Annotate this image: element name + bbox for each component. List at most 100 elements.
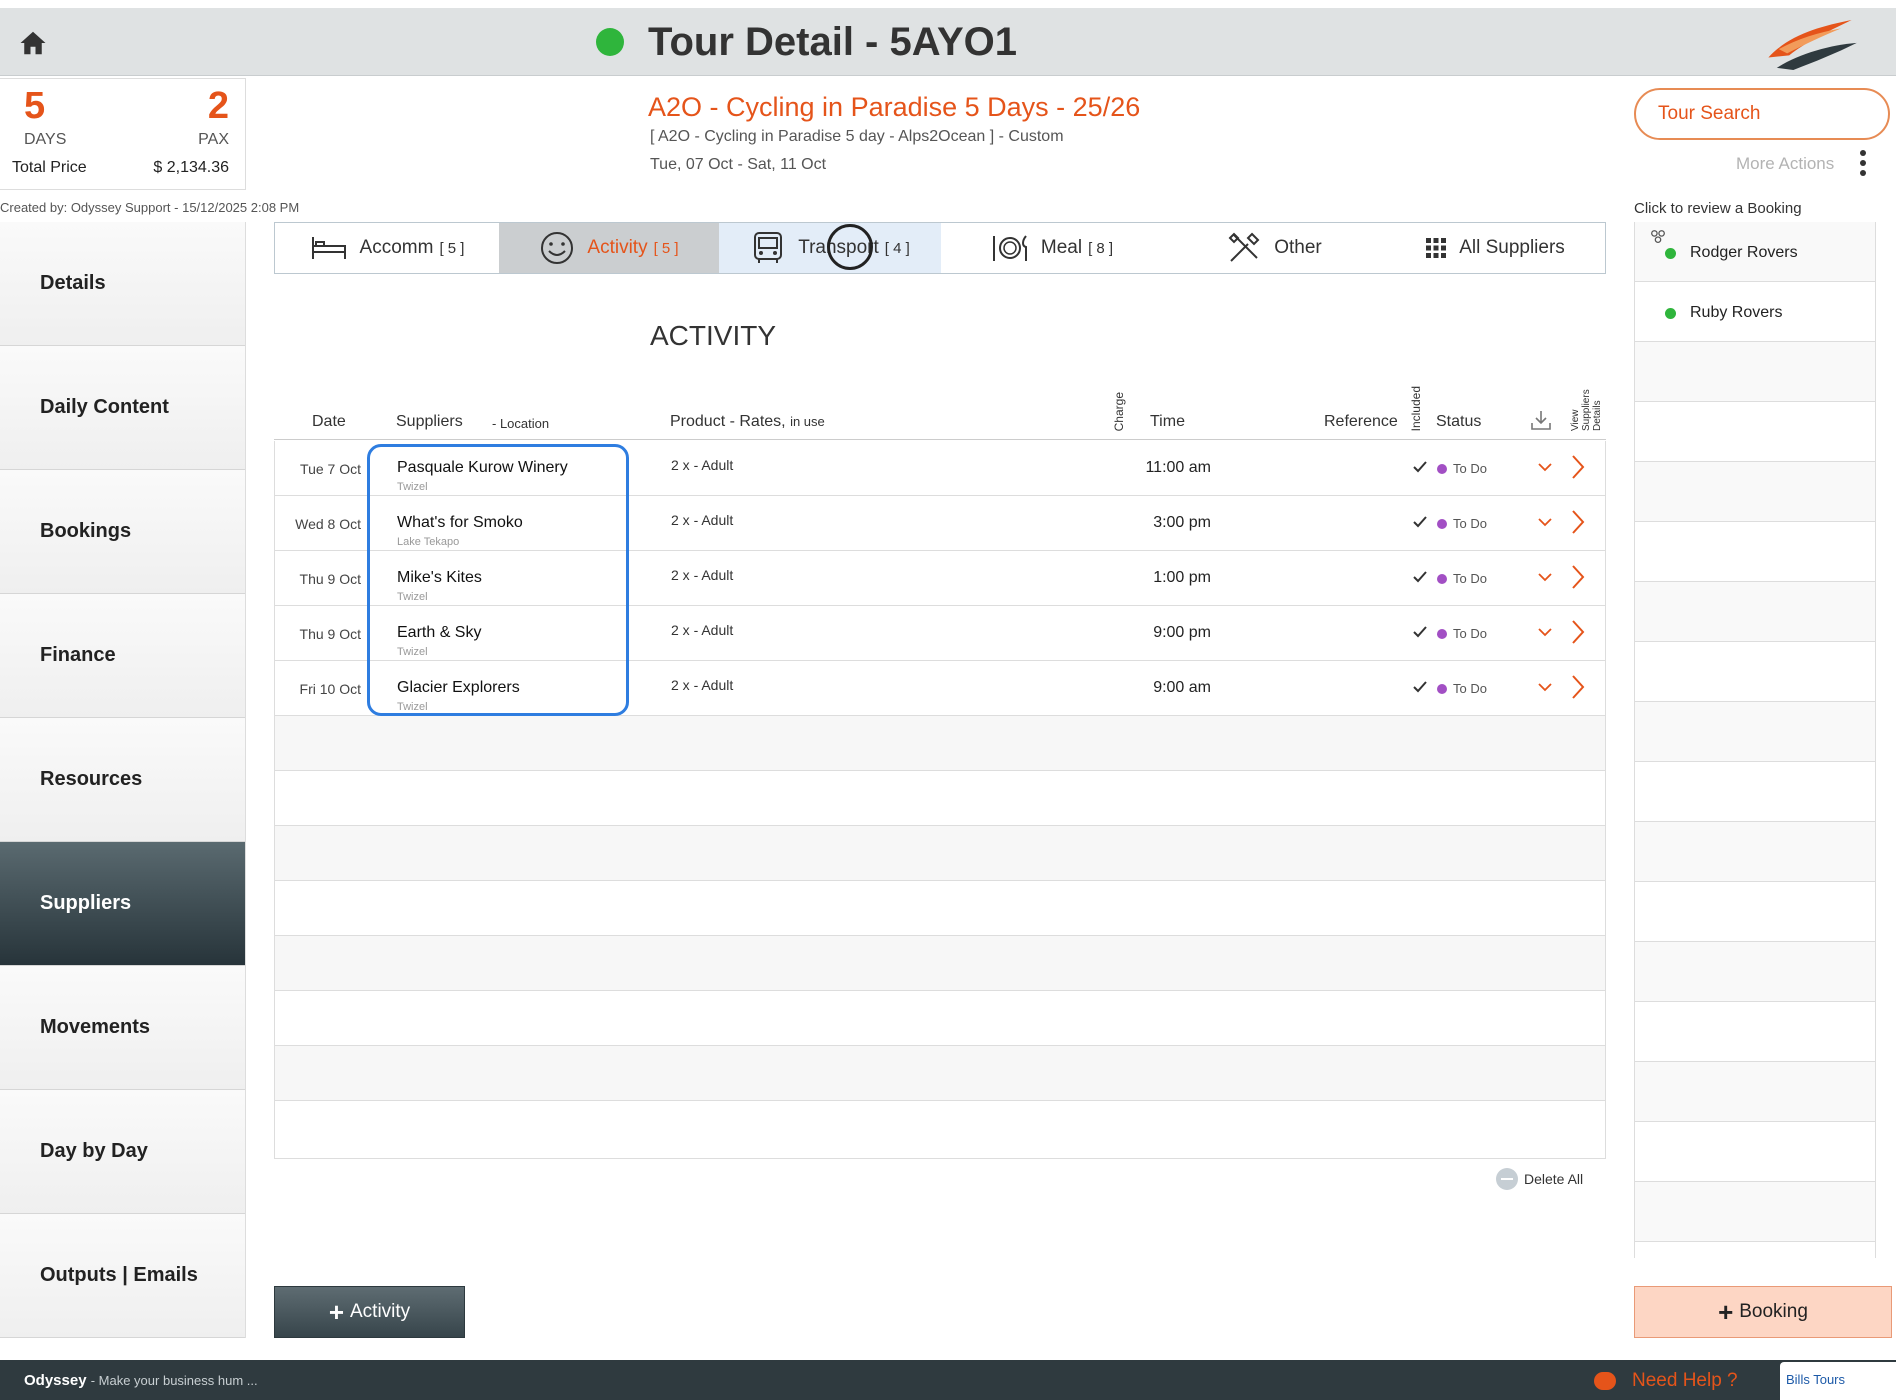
row-status: To Do (1437, 461, 1487, 476)
tab-accomm-count: [ 5 ] (439, 239, 465, 257)
tab-all-suppliers[interactable]: All Suppliers (1385, 223, 1605, 273)
chevron-right-icon[interactable] (1571, 454, 1585, 480)
tab-transport[interactable]: Transport [ 4 ] (719, 223, 941, 273)
booking-slot (1635, 762, 1875, 822)
booking-item-rodger-rovers[interactable]: Rodger Rovers (1665, 244, 1798, 262)
delete-all-label: Delete All (1524, 1171, 1584, 1187)
sidebar-item-suppliers[interactable]: Suppliers (0, 842, 245, 966)
activity-table: Tue 7 Oct Pasquale Kurow Winery Twizel 2… (274, 441, 1606, 1159)
row-status: To Do (1437, 516, 1487, 531)
empty-row (275, 1046, 1605, 1101)
tour-search-button[interactable]: Tour Search (1634, 88, 1890, 140)
chevron-down-icon[interactable] (1537, 459, 1553, 475)
chevron-down-icon[interactable] (1537, 624, 1553, 640)
row-status: To Do (1437, 571, 1487, 586)
sidebar-item-movements[interactable]: Movements (0, 966, 245, 1090)
empty-row (275, 716, 1605, 771)
sidebar-item-details[interactable]: Details (0, 222, 245, 346)
tour-subtitle: [ A2O - Cycling in Paradise 5 day - Alps… (650, 128, 1064, 145)
row-location: Twizel (397, 701, 428, 713)
tab-transport-count: [ 4 ] (884, 239, 910, 257)
tab-all-suppliers-label: All Suppliers (1459, 237, 1565, 258)
col-time[interactable]: Time (1150, 413, 1185, 431)
table-row[interactable]: Thu 9 Oct Earth & Sky Twizel 2 x - Adult… (275, 606, 1605, 661)
status-dot (1437, 573, 1447, 584)
check-icon[interactable] (1412, 624, 1428, 640)
tour-summary: 5 DAYS 2 PAX Total Price $ 2,134.36 (0, 78, 246, 190)
row-status-label: To Do (1453, 571, 1487, 586)
check-icon[interactable] (1412, 459, 1428, 475)
tab-other[interactable]: Other (1163, 223, 1385, 273)
row-location: Twizel (397, 646, 428, 658)
chevron-right-icon[interactable] (1571, 674, 1585, 700)
check-icon[interactable] (1412, 569, 1428, 585)
table-row[interactable]: Fri 10 Oct Glacier Explorers Twizel 2 x … (275, 661, 1605, 716)
booking-slot (1635, 942, 1875, 1002)
status-dot (1437, 463, 1447, 474)
col-suppliers[interactable]: Suppliers (396, 413, 463, 431)
table-row[interactable]: Tue 7 Oct Pasquale Kurow Winery Twizel 2… (275, 441, 1605, 496)
booking-slot (1635, 702, 1875, 762)
chat-icon (1594, 1372, 1616, 1390)
chevron-right-icon[interactable] (1571, 564, 1585, 590)
row-location: Lake Tekapo (397, 536, 460, 548)
chevron-right-icon[interactable] (1571, 619, 1585, 645)
row-status-label: To Do (1453, 681, 1487, 696)
sidebar-item-daily-content[interactable]: Daily Content (0, 346, 245, 470)
col-location: - Location (492, 416, 550, 431)
sidebar-item-resources[interactable]: Resources (0, 718, 245, 842)
need-help-link[interactable]: Need Help ? (1594, 1370, 1738, 1392)
sidebar-item-finance[interactable]: Finance (0, 594, 245, 718)
sidebar-item-day-by-day[interactable]: Day by Day (0, 1090, 245, 1214)
row-date: Thu 9 Oct (299, 571, 361, 587)
tab-meal[interactable]: Meal [ 8 ] (941, 223, 1163, 273)
review-booking-label: Click to review a Booking (1634, 200, 1802, 217)
row-date: Fri 10 Oct (299, 681, 361, 697)
bed-icon (311, 237, 346, 259)
row-product: 2 x - Adult (671, 622, 734, 638)
more-actions-link[interactable]: More Actions (1736, 154, 1834, 174)
more-vertical-icon[interactable] (1860, 150, 1868, 180)
row-location: Twizel (397, 591, 428, 603)
chevron-right-icon[interactable] (1571, 509, 1585, 535)
sidebar-item-bookings[interactable]: Bookings (0, 470, 245, 594)
footer-brand: Odyssey - Make your business hum ... (24, 1372, 258, 1389)
row-status-label: To Do (1453, 516, 1487, 531)
add-booking-button[interactable]: + Booking (1634, 1286, 1892, 1338)
booking-slot (1635, 1182, 1875, 1242)
table-row[interactable]: Wed 8 Oct What's for Smoko Lake Tekapo 2… (275, 496, 1605, 551)
chevron-down-icon[interactable] (1537, 569, 1553, 585)
row-supplier[interactable]: What's for Smoko (397, 514, 523, 532)
col-view-details: View Suppliers Details (1570, 389, 1603, 431)
days-label: DAYS (24, 131, 67, 148)
row-status: To Do (1437, 681, 1487, 696)
row-supplier[interactable]: Earth & Sky (397, 624, 481, 642)
tab-accomm[interactable]: Accomm [ 5 ] (275, 223, 499, 273)
check-icon[interactable] (1412, 679, 1428, 695)
delete-all-button[interactable]: Delete All (1496, 1168, 1583, 1190)
plate-icon (992, 235, 1027, 261)
row-supplier[interactable]: Mike's Kites (397, 569, 482, 587)
col-product-suffix: in use (790, 414, 825, 429)
brand-logo-icon (1768, 20, 1857, 70)
empty-row (275, 826, 1605, 881)
booking-slot (1635, 1122, 1875, 1182)
col-product-label: Product - Rates, (670, 413, 786, 430)
tab-meal-count: [ 8 ] (1088, 239, 1114, 257)
add-activity-button[interactable]: + Activity (274, 1286, 465, 1338)
booking-status-dot (1665, 247, 1676, 259)
home-icon[interactable] (18, 28, 48, 58)
row-supplier[interactable]: Pasquale Kurow Winery (397, 459, 568, 477)
table-row[interactable]: Thu 9 Oct Mike's Kites Twizel 2 x - Adul… (275, 551, 1605, 606)
col-date[interactable]: Date (312, 413, 346, 431)
download-icon[interactable] (1530, 409, 1552, 431)
check-icon[interactable] (1412, 514, 1428, 530)
booking-item-ruby-rovers[interactable]: Ruby Rovers (1665, 304, 1782, 322)
chevron-down-icon[interactable] (1537, 679, 1553, 695)
row-supplier[interactable]: Glacier Explorers (397, 679, 520, 697)
chevron-down-icon[interactable] (1537, 514, 1553, 530)
row-product: 2 x - Adult (671, 512, 734, 528)
row-product: 2 x - Adult (671, 567, 734, 583)
tab-activity[interactable]: Activity [ 5 ] (499, 223, 719, 273)
sidebar-item-outputs-emails[interactable]: Outputs | Emails (0, 1214, 245, 1338)
